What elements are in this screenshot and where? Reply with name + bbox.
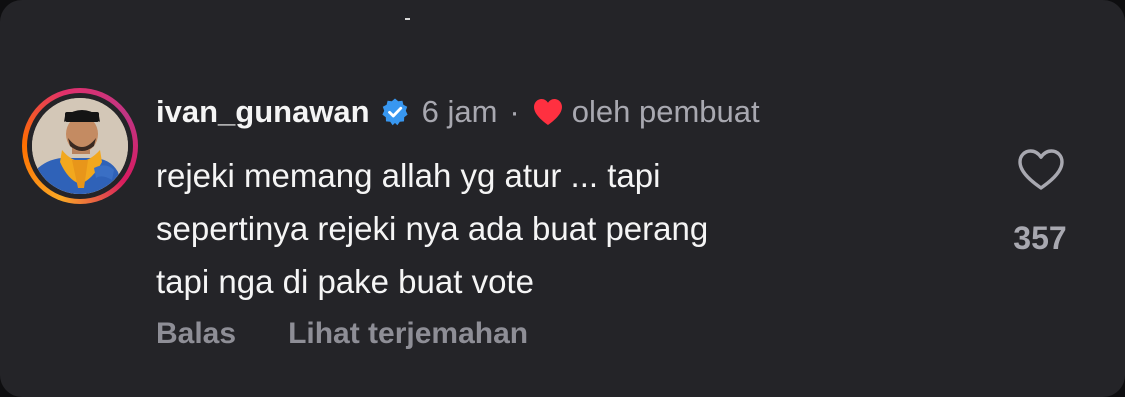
like-count: 357 [1013, 220, 1067, 256]
avatar-photo [32, 98, 128, 194]
avatar-image [32, 98, 128, 194]
comment-actions: Balas Lihat terjemahan [156, 312, 528, 356]
avatar[interactable] [22, 88, 138, 204]
comment-card: ivan_gunawan 6 jam · oleh pembuat rejeki… [0, 0, 1125, 397]
see-translation-button[interactable]: Lihat terjemahan [288, 317, 528, 351]
comment-header: ivan_gunawan 6 jam · oleh pembuat [156, 88, 760, 136]
avatar-border [27, 93, 133, 199]
reply-button[interactable]: Balas [156, 317, 236, 351]
comment-timestamp: 6 jam [421, 94, 498, 129]
verified-badge-icon [380, 97, 410, 127]
username-link[interactable]: ivan_gunawan [156, 94, 370, 130]
comment-body: rejeki memang allah yg atur ... tapi sep… [156, 157, 709, 300]
liked-by-creator-label: oleh pembuat [571, 94, 760, 129]
separator-dot: · [509, 94, 520, 129]
top-divider-mark [405, 18, 410, 20]
heart-filled-icon [532, 97, 564, 127]
heart-outline-icon [1018, 149, 1064, 190]
like-button[interactable] [1016, 147, 1066, 193]
